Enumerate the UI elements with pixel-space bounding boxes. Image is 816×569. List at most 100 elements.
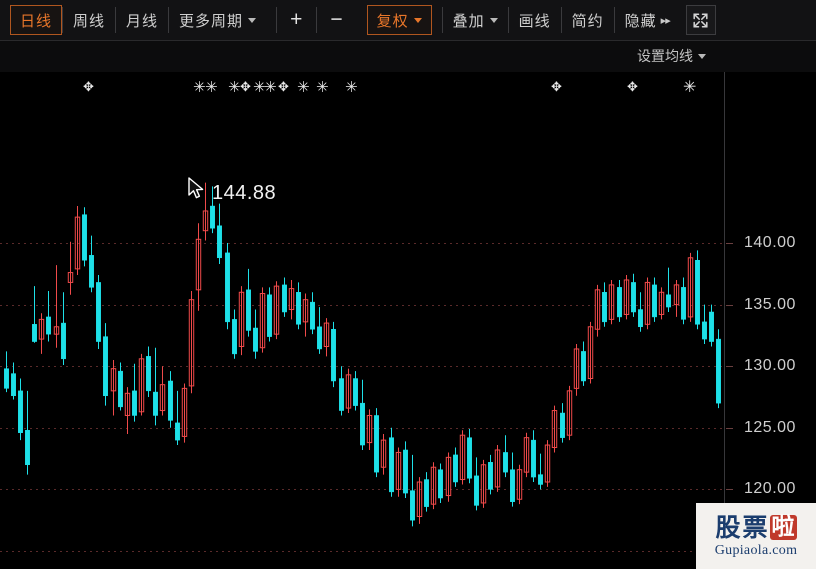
candle-body[interactable] (389, 437, 394, 493)
candle-body[interactable] (467, 437, 472, 479)
candle-body[interactable] (702, 321, 707, 340)
candle-body[interactable] (681, 287, 686, 320)
candle-body[interactable] (403, 449, 408, 494)
period-more-button[interactable]: 更多周期 (169, 5, 266, 35)
candle-body[interactable] (232, 319, 237, 355)
candle-body[interactable] (153, 391, 158, 416)
candle-body[interactable] (538, 474, 543, 485)
period-monthly-label: 月线 (126, 12, 159, 30)
watermark-char-2: 票 (742, 513, 768, 542)
candle-body[interactable] (118, 370, 123, 408)
candle-body[interactable] (225, 252, 230, 323)
candle-body[interactable] (146, 356, 151, 392)
watermark-characters: 股 票 啦 (715, 513, 797, 542)
ma-setting-label: 设置均线 (637, 48, 693, 64)
candle-body[interactable] (253, 327, 258, 352)
overlay-label: 叠加 (452, 12, 485, 30)
ma-setting-button[interactable]: 设置均线 (637, 46, 706, 66)
candle-body[interactable] (424, 479, 429, 507)
zoom-in-button[interactable]: + (277, 5, 316, 35)
candle-body[interactable] (175, 422, 180, 441)
candle-body[interactable] (96, 282, 101, 342)
candle-body[interactable] (282, 284, 287, 313)
candle-body[interactable] (631, 282, 636, 313)
candle-body[interactable] (560, 412, 565, 438)
candle-body[interactable] (474, 475, 479, 506)
candle-body[interactable] (61, 322, 66, 360)
price-axis-label: 130.00 (744, 357, 796, 374)
candle-body[interactable] (638, 309, 643, 328)
candle-body[interactable] (410, 490, 415, 521)
chart-area[interactable]: 140.00135.00130.00125.00120.00115.00 ✥✳✳… (0, 72, 816, 569)
candle-body[interactable] (510, 469, 515, 502)
candle-body[interactable] (652, 284, 657, 318)
candle-body[interactable] (339, 378, 344, 411)
axis-tick (726, 243, 733, 244)
period-weekly-label: 周线 (73, 12, 106, 30)
candle-body[interactable] (82, 214, 87, 261)
candle-body[interactable] (374, 415, 379, 473)
price-axis-label: 135.00 (744, 296, 796, 313)
candle-body[interactable] (103, 336, 108, 397)
candle-body[interactable] (453, 454, 458, 483)
candle-body[interactable] (531, 439, 536, 478)
candle-body[interactable] (296, 292, 301, 325)
candle-body[interactable] (210, 205, 215, 229)
zoom-in-icon: + (290, 8, 304, 31)
overlay-button[interactable]: 叠加 (443, 5, 508, 35)
candle-body[interactable] (11, 373, 16, 397)
period-monthly-button[interactable]: 月线 (116, 5, 168, 35)
candle-body[interactable] (709, 311, 714, 342)
candle-body[interactable] (317, 326, 322, 350)
candle-body[interactable] (353, 378, 358, 406)
watermark-char-1: 股 (715, 513, 741, 542)
axis-tick (726, 305, 733, 306)
draw-line-button[interactable]: 画线 (509, 5, 561, 35)
candle-body[interactable] (310, 301, 315, 330)
period-weekly-button[interactable]: 周线 (63, 5, 115, 35)
candle-body[interactable] (32, 324, 37, 342)
price-axis-label: 125.00 (744, 419, 796, 436)
watermark-url: Gupiaola.com (714, 543, 798, 558)
candle-body[interactable] (503, 452, 508, 473)
period-daily-button[interactable]: 日线 (10, 5, 63, 35)
candle-body[interactable] (89, 255, 94, 288)
candle-body[interactable] (4, 368, 9, 389)
candle-body[interactable] (168, 380, 173, 421)
candle-body[interactable] (438, 469, 443, 499)
adjust-price-button[interactable]: 复权 (366, 5, 432, 35)
chevron-down-icon (698, 53, 706, 59)
candle-body[interactable] (46, 316, 51, 335)
candle-body[interactable] (267, 294, 272, 337)
candle-body[interactable] (716, 338, 721, 404)
adjust-price-label: 复权 (376, 12, 409, 30)
candle-body[interactable] (666, 294, 671, 308)
zoom-out-icon: − (330, 8, 344, 31)
candle-body[interactable] (25, 430, 30, 466)
candle-body[interactable] (602, 292, 607, 323)
candle-body[interactable] (18, 390, 23, 433)
price-axis-label: 120.00 (744, 480, 796, 497)
site-watermark: 股 票 啦 Gupiaola.com (696, 503, 816, 569)
axis-tick (726, 489, 733, 490)
chevron-down-icon (413, 17, 422, 23)
candle-body[interactable] (217, 225, 222, 259)
zoom-out-button[interactable]: − (317, 5, 356, 35)
toolbar-gap (432, 5, 442, 35)
candle-body[interactable] (617, 287, 622, 318)
candle-body[interactable] (360, 402, 365, 446)
candle-body[interactable] (488, 462, 493, 490)
candle-body[interactable] (695, 259, 700, 325)
period-more-label: 更多周期 (179, 12, 244, 30)
hide-panel-button[interactable]: 隐藏 ▸▸ (615, 5, 680, 35)
candlestick-plot[interactable] (0, 72, 724, 569)
price-axis-label: 140.00 (744, 234, 796, 251)
candle-body[interactable] (246, 289, 251, 331)
candle-body[interactable] (331, 328, 336, 382)
candle-body[interactable] (581, 351, 586, 382)
fullscreen-button[interactable] (685, 5, 716, 35)
simple-view-button[interactable]: 简约 (562, 5, 614, 35)
double-chevron-right-icon: ▸▸ (660, 14, 671, 27)
candle-body[interactable] (132, 390, 137, 416)
fullscreen-icon (693, 12, 708, 28)
